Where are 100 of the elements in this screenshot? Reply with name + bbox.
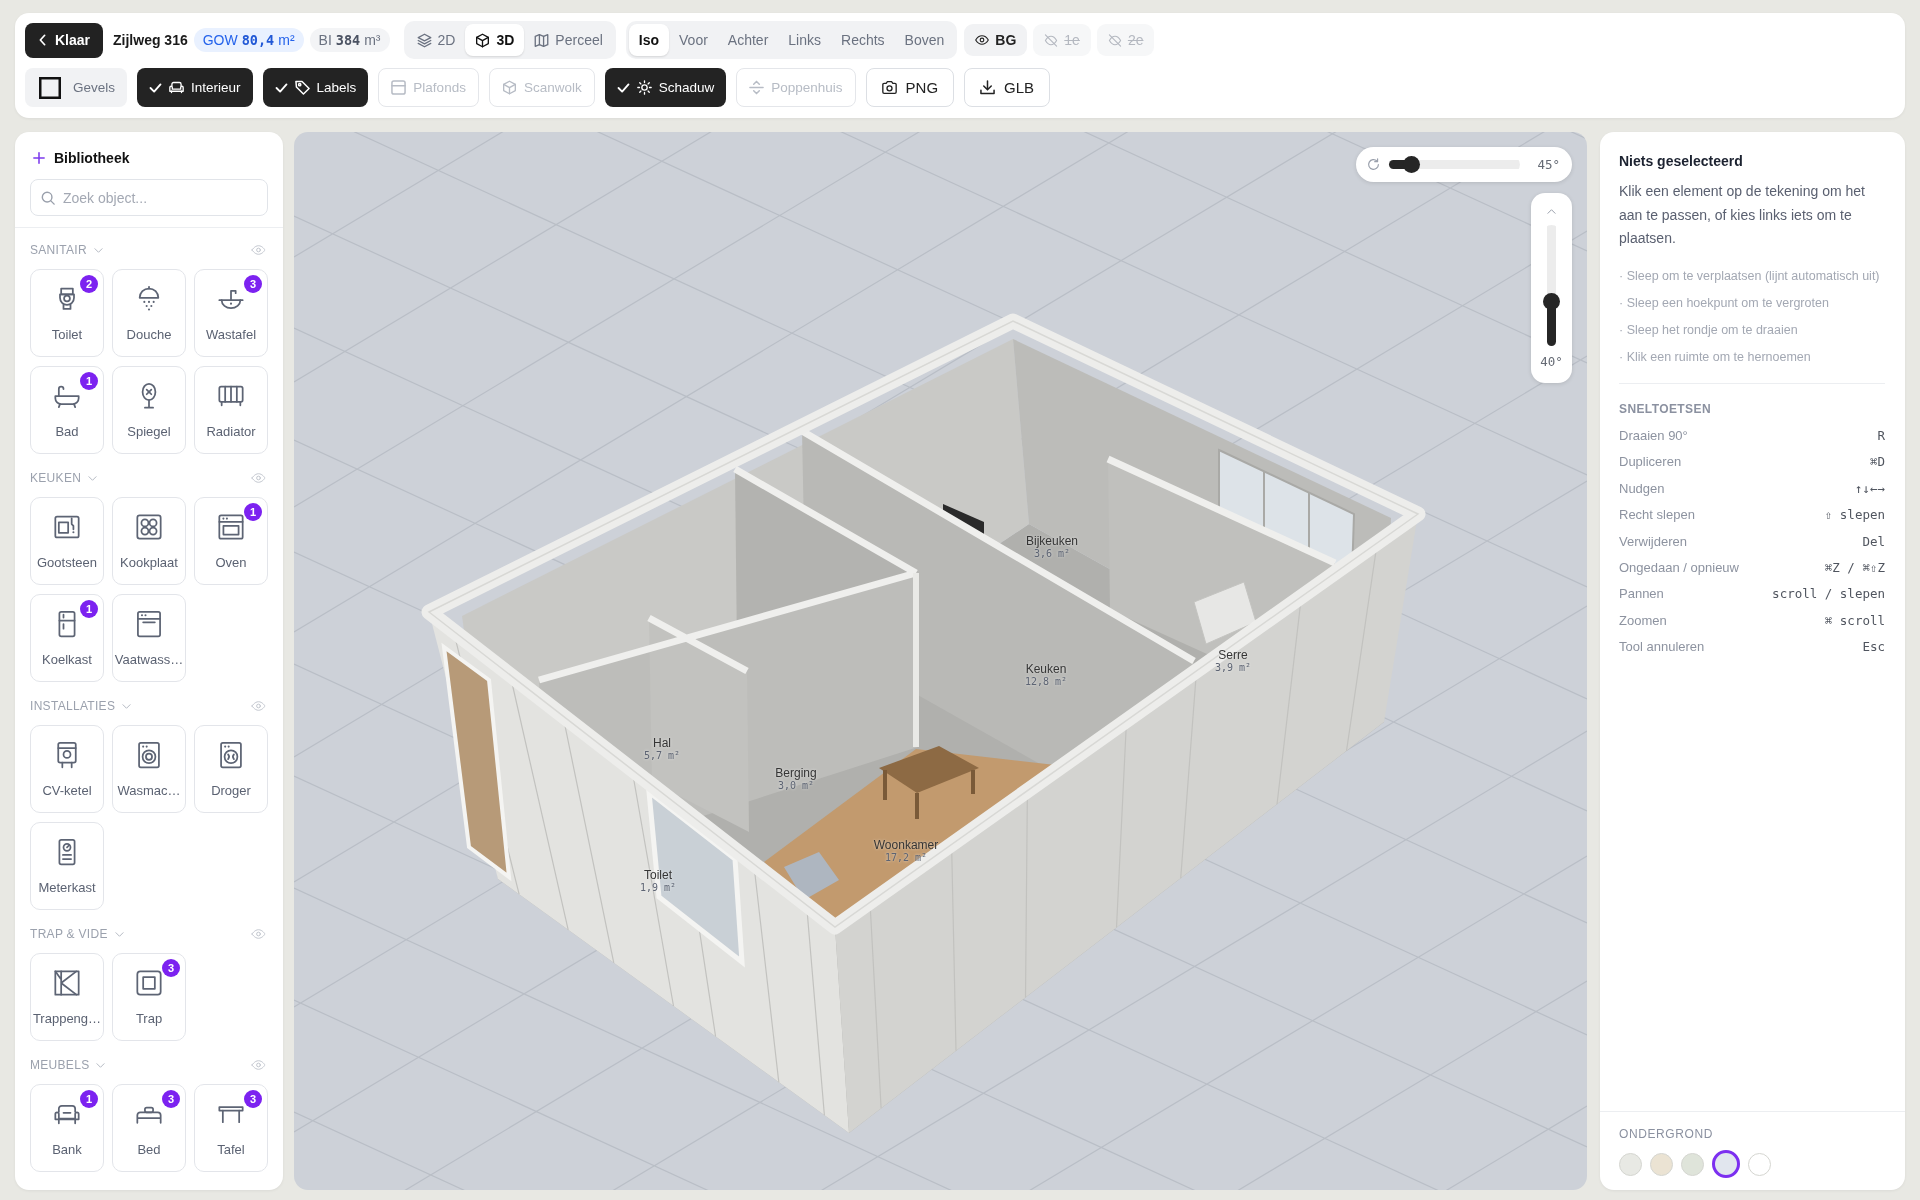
cube-icon [475, 32, 491, 48]
oven-icon [217, 513, 245, 541]
slider-thumb[interactable] [1402, 156, 1420, 173]
library-item[interactable]: Radiator [194, 366, 268, 454]
view-mode-tab[interactable]: 3D [465, 24, 525, 56]
shortcut-keys: ↑↓←→ [1854, 480, 1885, 496]
check-icon [274, 82, 288, 93]
shortcut-keys: ⌘ scroll [1824, 612, 1885, 628]
camera-view-tab[interactable]: Achter [717, 24, 779, 56]
eye-icon[interactable] [251, 929, 266, 939]
room-name: Serre [1218, 648, 1248, 663]
ground-heading: ONDERGROND [1619, 1126, 1714, 1142]
sun-icon [636, 80, 652, 95]
room-area: 3,6 m² [1033, 548, 1071, 561]
toggle-button[interactable]: Schaduw [604, 68, 727, 107]
camera-view-tab[interactable]: Rechts [831, 24, 895, 56]
count-badge: 3 [162, 1090, 180, 1108]
volume-stat: BI 384 m³ [309, 28, 390, 52]
shortcut-action: Tool annuleren [1619, 639, 1705, 655]
washing-machine-icon [135, 741, 163, 769]
room-area: 3,9 m² [1214, 662, 1252, 675]
library-item[interactable]: Kookplaat [112, 497, 186, 585]
inspector-description: Klik een element op de tekening om het aan te passen, of kies links iets om te plaatsen. [1619, 182, 1866, 248]
camera-view-tab[interactable]: Links [778, 24, 831, 56]
library-item[interactable]: Bank 1 [30, 1084, 104, 1172]
library-item[interactable]: Spiegel [112, 366, 186, 454]
toggle-button[interactable]: Interieur [137, 68, 253, 107]
export-button[interactable]: PNG [865, 68, 955, 107]
library-item[interactable]: Wastafel 3 [194, 269, 268, 357]
library-item[interactable]: Douche [112, 269, 186, 357]
chevron-down-icon [114, 931, 124, 937]
camera-view-tab[interactable]: Voor [669, 24, 718, 56]
room-name: Toilet [644, 868, 672, 883]
project-name: Zijlweg 316 [113, 32, 188, 48]
library-item[interactable]: Tafel 3 [194, 1084, 268, 1172]
view-mode-tab[interactable]: 2D [406, 24, 466, 56]
ground-color-swatch[interactable] [1712, 1150, 1740, 1178]
eye-icon[interactable] [251, 701, 266, 711]
library-item[interactable]: Droger [194, 725, 268, 813]
room-area: 3,0 m² [777, 780, 815, 793]
rotate-icon[interactable] [1367, 158, 1380, 171]
count-badge: 3 [162, 959, 180, 977]
toggle-button[interactable]: Gevels [25, 68, 128, 107]
count-badge: 1 [244, 503, 262, 521]
export-button[interactable]: GLB [964, 68, 1051, 107]
library-item[interactable]: Vaatwass… [112, 594, 186, 682]
slider-thumb[interactable] [1543, 292, 1560, 310]
tip-text: · Sleep om te verplaatsen (lijnt automatisch uit) [1619, 267, 1881, 285]
tip-text: · Sleep het rondje om te draaien [1619, 321, 1799, 339]
split-arrows-icon [749, 80, 765, 95]
eye-off-icon [1107, 33, 1122, 47]
panel-icon [391, 80, 407, 95]
chevron-up-icon[interactable] [1547, 209, 1556, 214]
eye-icon[interactable] [251, 245, 266, 255]
library-item[interactable]: CV-ketel [30, 725, 104, 813]
camera-view-tab[interactable]: Iso [628, 24, 670, 56]
library-item[interactable]: Bed 3 [112, 1084, 186, 1172]
room-name: Bijkeuken [1026, 534, 1078, 549]
tag-icon [294, 80, 310, 95]
eye-icon[interactable] [251, 1060, 266, 1070]
library-item[interactable]: Trappeng… [30, 953, 104, 1041]
eye-off-icon [1044, 33, 1059, 47]
library-item[interactable]: Oven 1 [194, 497, 268, 585]
library-item[interactable]: Meterkast [30, 822, 104, 910]
library-item[interactable]: Koelkast 1 [30, 594, 104, 682]
room-area: 12,8 m² [1024, 676, 1068, 689]
eye-icon [975, 35, 990, 45]
library-item[interactable]: Bad 1 [30, 366, 104, 454]
camera-view-tab[interactable]: Boven [894, 24, 955, 56]
toggle-button[interactable]: Labels [262, 68, 369, 107]
shortcuts-heading: SNELTOETSEN [1619, 400, 1712, 417]
kitchen-sink-icon [53, 513, 81, 541]
library-item[interactable]: Trap 3 [112, 953, 186, 1041]
shortcut-keys: ⌘Z / ⌘⇧Z [1824, 559, 1885, 575]
shortcut-keys: Del [1862, 533, 1885, 549]
search-field[interactable]: Zoek object... [30, 179, 268, 216]
tilt-reading: 40° [1540, 354, 1563, 369]
library-item[interactable]: Toilet 2 [30, 269, 104, 357]
dryer-icon [217, 741, 245, 769]
check-icon [616, 82, 630, 93]
shortcut-keys: Esc [1862, 639, 1885, 655]
view-mode-tab[interactable]: Perceel [524, 24, 613, 56]
empty-checkbox-icon [39, 76, 61, 99]
sofa-icon [169, 80, 185, 95]
count-badge: 3 [244, 275, 262, 293]
room-name: Woonkamer [873, 838, 939, 853]
room-name: Keuken [1025, 662, 1067, 677]
shortcut-keys: scroll / slepen [1772, 586, 1885, 602]
chevron-down-icon [96, 1062, 106, 1068]
library-title: Bibliotheek [54, 150, 130, 166]
count-badge: 1 [80, 372, 98, 390]
nested-square-icon [135, 969, 163, 997]
floor-layer-toggle[interactable]: BG [964, 24, 1028, 56]
tip-text: · Klik een ruimte om te hernoemen [1619, 348, 1812, 366]
eye-icon[interactable] [251, 473, 266, 483]
shortcut-keys: R [1877, 428, 1885, 443]
library-item[interactable]: Wasmac… [112, 725, 186, 813]
room-name: Berging [775, 766, 817, 781]
back-button[interactable]: Klaar [25, 22, 104, 58]
library-item[interactable]: Gootsteen [30, 497, 104, 585]
